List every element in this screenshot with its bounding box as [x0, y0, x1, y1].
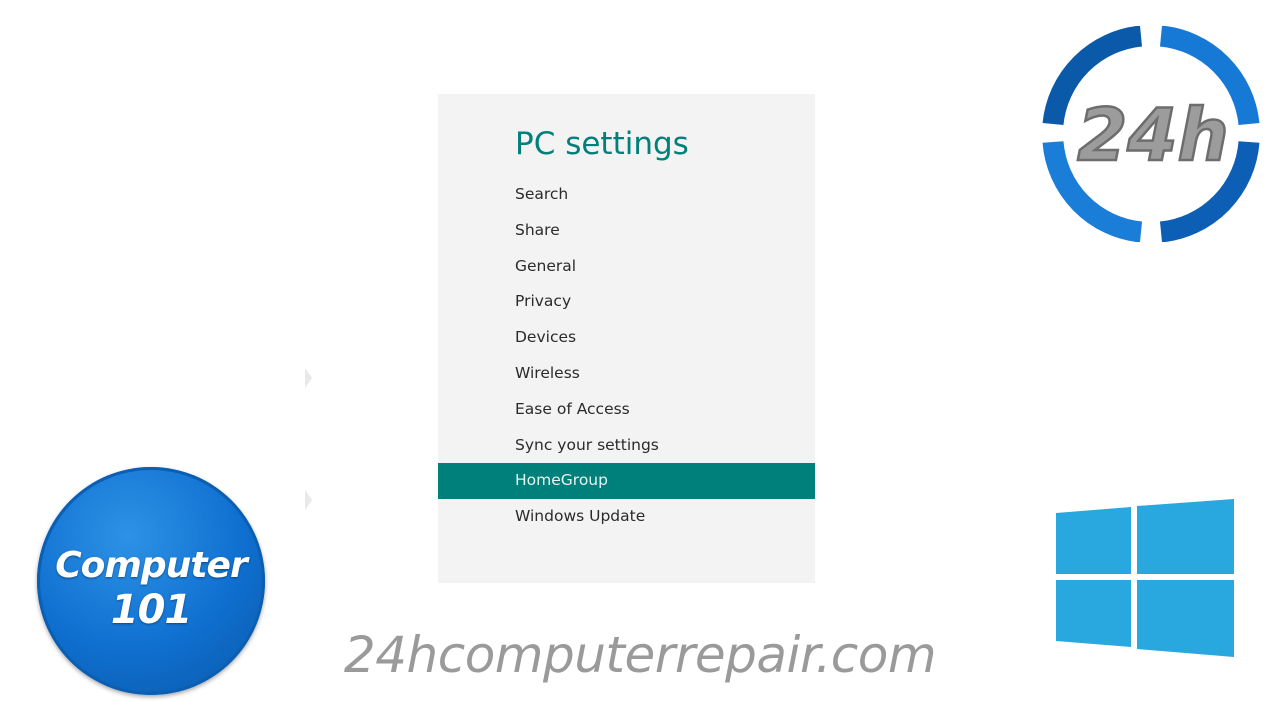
menu-item-devices[interactable]: Devices: [438, 320, 815, 356]
menu-item-homegroup[interactable]: HomeGroup: [438, 463, 815, 500]
menu-item-share[interactable]: Share: [438, 213, 815, 249]
menu-item-windows-update[interactable]: Windows Update: [438, 499, 815, 535]
website-watermark: 24hcomputerrepair.com: [343, 626, 937, 684]
pc-settings-panel: PC settings Search Share General Privacy…: [438, 94, 815, 583]
menu-item-general[interactable]: General: [438, 249, 815, 285]
menu-item-privacy[interactable]: Privacy: [438, 284, 815, 320]
menu-item-wireless[interactable]: Wireless: [438, 356, 815, 392]
logo-24h-icon: 24h: [1042, 26, 1260, 242]
menu-item-ease-of-access[interactable]: Ease of Access: [438, 392, 815, 428]
page-title: PC settings: [515, 126, 689, 162]
left-arrow-icon: [305, 368, 312, 388]
screen: PC settings Search Share General Privacy…: [0, 0, 1280, 720]
menu-item-search[interactable]: Search: [438, 177, 815, 213]
menu-item-sync-your-settings[interactable]: Sync your settings: [438, 428, 815, 464]
left-arrow-icon: [305, 490, 312, 510]
settings-menu: Search Share General Privacy Devices Wir…: [438, 177, 815, 535]
logo-24h-text: 24h: [1077, 93, 1228, 177]
badge-text-computer: Computer: [55, 545, 247, 586]
